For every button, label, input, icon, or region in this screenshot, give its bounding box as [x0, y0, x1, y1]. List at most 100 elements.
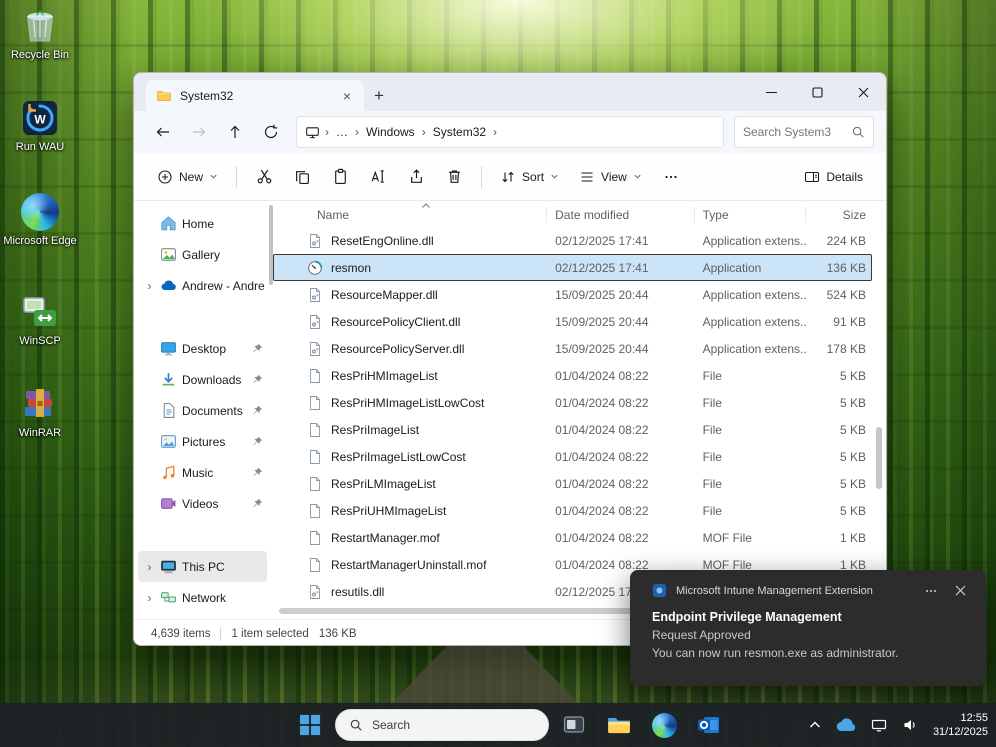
expand-chevron-icon[interactable]: › — [144, 591, 155, 605]
rename-button[interactable] — [360, 160, 396, 194]
sidebar-item-downloads[interactable]: Downloads — [138, 364, 267, 395]
address-breadcrumb-bar[interactable]: ›…›Windows›System32› — [296, 116, 724, 148]
sort-button[interactable]: Sort — [491, 162, 568, 192]
maximize-button[interactable] — [794, 73, 840, 111]
paste-button[interactable] — [322, 160, 358, 194]
tab-close-icon[interactable]: × — [338, 88, 356, 104]
desktop-icon-winrar[interactable]: WinRAR — [2, 384, 78, 440]
vertical-scrollbar[interactable] — [873, 227, 885, 603]
file-name: ResourcePolicyServer.dll — [331, 342, 464, 356]
toast-close-button[interactable] — [951, 585, 970, 596]
file-row-resetengonline-dll[interactable]: ResetEngOnline.dll02/12/2025 17:41Applic… — [273, 227, 872, 254]
file-row-resprihmimagelist[interactable]: ResPriHMImageList01/04/2024 08:22File5 K… — [273, 362, 872, 389]
file-row-restartmanager-mof[interactable]: RestartManager.mof01/04/2024 08:22MOF Fi… — [273, 524, 872, 551]
more-options-button[interactable] — [653, 160, 689, 194]
desktop-icon-microsoft-edge[interactable]: Microsoft Edge — [2, 192, 78, 248]
column-header-type[interactable]: Type — [695, 207, 807, 223]
desktop-icon-label: WinSCP — [19, 335, 61, 348]
delete-button[interactable] — [436, 160, 472, 194]
file-date-cell: 02/12/2025 17:41 — [547, 261, 694, 275]
display-icon[interactable] — [869, 715, 889, 735]
cut-button[interactable] — [246, 160, 282, 194]
sidebar-item-network[interactable]: ›Network — [138, 582, 267, 613]
column-header-size[interactable]: Size — [806, 207, 872, 223]
minimize-button[interactable] — [748, 73, 794, 111]
sidebar-item-home[interactable]: Home — [138, 208, 267, 239]
file-name: ResPriHMImageListLowCost — [331, 396, 484, 410]
file-type-cell: File — [695, 450, 807, 464]
sidebar-item-this-pc[interactable]: ›This PC — [138, 551, 267, 582]
share-button[interactable] — [398, 160, 434, 194]
refresh-button[interactable] — [254, 116, 288, 148]
sidebar-item-desktop[interactable]: Desktop — [138, 333, 267, 364]
breadcrumb-item-windows[interactable]: Windows — [360, 122, 421, 142]
sidebar-item-andrew-andre[interactable]: › Andrew - Andre — [138, 270, 267, 301]
file-name: RestartManagerUninstall.mof — [331, 558, 486, 572]
details-pane-button[interactable]: Details — [795, 162, 872, 192]
toast-more-button[interactable] — [920, 584, 942, 598]
pin-icon — [252, 374, 265, 385]
sidebar-item-label: Home — [182, 217, 265, 231]
new-button[interactable]: New — [148, 162, 227, 192]
expand-chevron-icon[interactable]: › — [144, 560, 155, 574]
tray-chevron-up-icon[interactable] — [807, 719, 823, 731]
file-row-respriuhmimagelist[interactable]: ResPriUHMImageList01/04/2024 08:22File5 … — [273, 497, 872, 524]
start-button[interactable] — [290, 705, 330, 745]
file-row-resprihmimagelistlowcost[interactable]: ResPriHMImageListLowCost01/04/2024 08:22… — [273, 389, 872, 416]
sidebar-item-videos[interactable]: Videos — [138, 488, 267, 519]
file-row-resourcepolicyclient-dll[interactable]: ResourcePolicyClient.dll15/09/2025 20:44… — [273, 308, 872, 335]
search-box[interactable] — [734, 116, 874, 148]
file-row-respriimagelistlowcost[interactable]: ResPriImageListLowCost01/04/2024 08:22Fi… — [273, 443, 872, 470]
dll-file-icon — [307, 233, 323, 249]
sidebar-item-label: Andrew - Andre — [182, 279, 265, 293]
file-explorer-icon[interactable] — [599, 705, 639, 745]
sidebar-item-gallery[interactable]: Gallery — [138, 239, 267, 270]
forward-button[interactable] — [182, 116, 216, 148]
onedrive-cloud-icon[interactable] — [834, 716, 858, 734]
file-type-cell: File — [695, 423, 807, 437]
selection-count: 1 item selected — [231, 628, 308, 640]
desktop-icon-winscp[interactable]: WinSCP — [2, 292, 78, 348]
file-row-resmon[interactable]: resmon02/12/2025 17:41Application136 KB — [273, 254, 872, 281]
outlook-icon[interactable] — [689, 705, 729, 745]
volume-icon[interactable] — [900, 715, 920, 735]
column-header-name[interactable]: Name — [273, 207, 547, 223]
file-row-resprilmimagelist[interactable]: ResPriLMImageList01/04/2024 08:22File5 K… — [273, 470, 872, 497]
up-button[interactable] — [218, 116, 252, 148]
taskbar-search-box[interactable]: Search — [335, 709, 549, 741]
file-icon — [307, 557, 323, 573]
back-button[interactable] — [146, 116, 180, 148]
rename-icon — [370, 168, 387, 185]
desktop-icon-run-wau[interactable]: W Run WAU — [2, 98, 78, 154]
pin-icon — [252, 467, 265, 478]
tab-bar: System32 × + — [134, 73, 886, 111]
window-app-icon[interactable] — [554, 705, 594, 745]
application-icon — [307, 260, 323, 276]
view-button[interactable]: View — [570, 162, 651, 192]
explorer-tab-system32[interactable]: System32 × — [146, 80, 364, 111]
sidebar-item-documents[interactable]: Documents — [138, 395, 267, 426]
new-tab-button[interactable]: + — [364, 80, 394, 111]
file-row-resourcemapper-dll[interactable]: ResourceMapper.dll15/09/2025 20:44Applic… — [273, 281, 872, 308]
search-input[interactable] — [743, 125, 847, 139]
pin-icon — [252, 436, 265, 447]
sidebar-item-music[interactable]: Music — [138, 457, 267, 488]
address-bar-row: ›…›Windows›System32› — [134, 111, 886, 153]
edge-icon[interactable] — [644, 705, 684, 745]
copy-button[interactable] — [284, 160, 320, 194]
taskbar-clock[interactable]: 12:55 31/12/2025 — [931, 711, 988, 739]
file-row-resourcepolicyserver-dll[interactable]: ResourcePolicyServer.dll15/09/2025 20:44… — [273, 335, 872, 362]
breadcrumb-item-system32[interactable]: System32 — [427, 122, 492, 142]
expand-chevron-icon[interactable]: › — [144, 279, 155, 293]
notification-toast[interactable]: Microsoft Intune Management Extension En… — [630, 570, 986, 686]
close-button[interactable] — [840, 73, 886, 111]
sidebar-item-pictures[interactable]: Pictures — [138, 426, 267, 457]
file-size-cell: 5 KB — [806, 396, 872, 410]
file-row-respriimagelist[interactable]: ResPriImageList01/04/2024 08:22File5 KB — [273, 416, 872, 443]
desktop-icon-recycle-bin[interactable]: Recycle Bin — [2, 6, 78, 62]
scrollbar-thumb[interactable] — [876, 427, 882, 489]
column-header-date-modified[interactable]: Date modified — [547, 207, 694, 223]
breadcrumb-overflow[interactable]: … — [330, 122, 354, 142]
file-name-cell: ResourcePolicyServer.dll — [273, 341, 547, 357]
file-date-cell: 15/09/2025 20:44 — [547, 315, 694, 329]
